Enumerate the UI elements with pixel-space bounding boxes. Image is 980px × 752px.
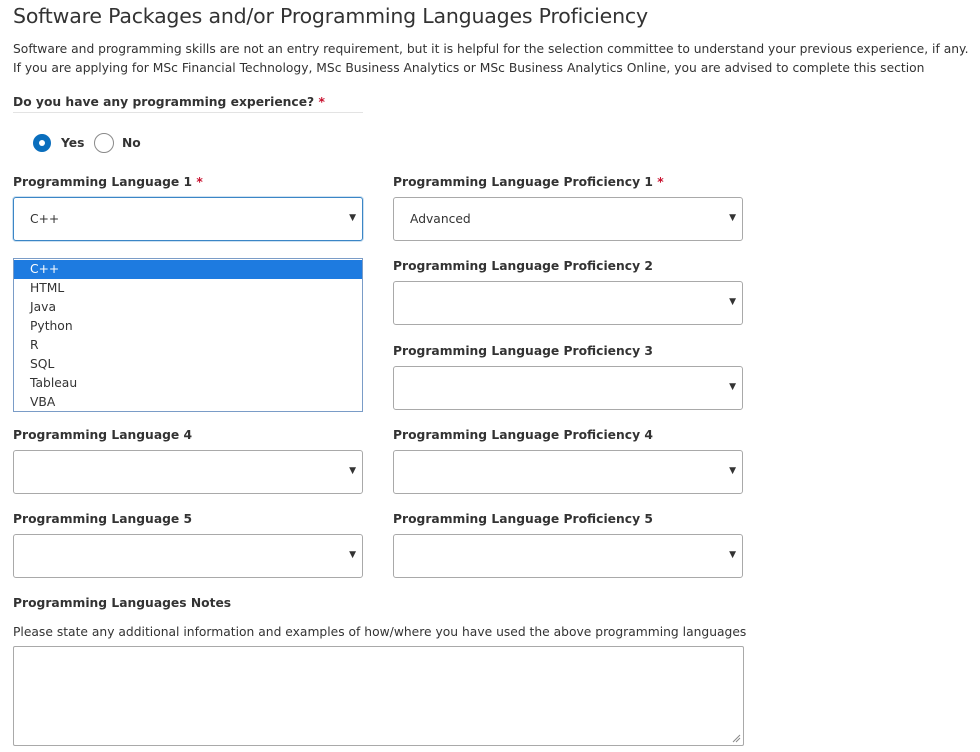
radio-no-label[interactable]: No bbox=[122, 136, 141, 150]
proficiency-2-label: Programming Language Proficiency 2 bbox=[393, 259, 653, 273]
language-4-select[interactable]: ▼ bbox=[13, 450, 363, 494]
proficiency-3-label: Programming Language Proficiency 3 bbox=[393, 344, 653, 358]
chevron-down-icon: ▼ bbox=[729, 297, 736, 307]
dropdown-option[interactable]: Tableau bbox=[14, 374, 362, 393]
language-5-label: Programming Language 5 bbox=[13, 512, 193, 526]
proficiency-5-select[interactable]: ▼ bbox=[393, 534, 743, 578]
chevron-down-icon: ▼ bbox=[729, 382, 736, 392]
section-intro: Software and programming skills are not … bbox=[13, 42, 969, 75]
chevron-down-icon: ▼ bbox=[729, 550, 736, 560]
proficiency-5-label: Programming Language Proficiency 5 bbox=[393, 512, 653, 526]
language-1-dropdown-list[interactable]: C++ HTML Java Python R SQL Tableau VBA bbox=[13, 258, 363, 412]
proficiency-1-value: Advanced bbox=[410, 212, 471, 226]
notes-label: Programming Languages Notes bbox=[13, 596, 232, 610]
radio-yes-label[interactable]: Yes bbox=[61, 136, 84, 150]
proficiency-4-label: Programming Language Proficiency 4 bbox=[393, 428, 653, 442]
proficiency-1-select[interactable]: Advanced ▼ bbox=[393, 197, 743, 241]
language-5-select[interactable]: ▼ bbox=[13, 534, 363, 578]
notes-textarea[interactable] bbox=[13, 646, 744, 746]
required-asterisk: * bbox=[318, 95, 325, 109]
divider bbox=[13, 112, 363, 113]
dropdown-option[interactable]: VBA bbox=[14, 393, 362, 412]
experience-question-text: Do you have any programming experience? bbox=[13, 95, 315, 109]
notes-helper-text: Please state any additional information … bbox=[13, 625, 747, 639]
language-1-label: Programming Language 1 * bbox=[13, 175, 203, 189]
section-title: Software Packages and/or Programming Lan… bbox=[13, 4, 648, 28]
required-asterisk: * bbox=[657, 175, 664, 189]
dropdown-option[interactable]: Python bbox=[14, 317, 362, 336]
chevron-down-icon: ▼ bbox=[349, 213, 356, 223]
dropdown-option[interactable]: Java bbox=[14, 298, 362, 317]
proficiency-2-select[interactable]: ▼ bbox=[393, 281, 743, 325]
proficiency-3-select[interactable]: ▼ bbox=[393, 366, 743, 410]
chevron-down-icon: ▼ bbox=[349, 466, 356, 476]
proficiency-1-label: Programming Language Proficiency 1 * bbox=[393, 175, 664, 189]
radio-yes[interactable] bbox=[33, 134, 51, 152]
radio-no[interactable] bbox=[94, 133, 114, 153]
proficiency-1-label-text: Programming Language Proficiency 1 bbox=[393, 175, 653, 189]
dropdown-option[interactable]: R bbox=[14, 336, 362, 355]
chevron-down-icon: ▼ bbox=[349, 550, 356, 560]
experience-question-label: Do you have any programming experience? … bbox=[13, 95, 325, 109]
chevron-down-icon: ▼ bbox=[729, 213, 736, 223]
language-1-label-text: Programming Language 1 bbox=[13, 175, 193, 189]
language-4-label: Programming Language 4 bbox=[13, 428, 193, 442]
resize-grip-icon[interactable] bbox=[732, 734, 741, 743]
chevron-down-icon: ▼ bbox=[729, 466, 736, 476]
language-1-value: C++ bbox=[30, 212, 60, 226]
proficiency-4-select[interactable]: ▼ bbox=[393, 450, 743, 494]
language-1-select[interactable]: C++ ▼ bbox=[13, 197, 363, 241]
dropdown-option[interactable]: SQL bbox=[14, 355, 362, 374]
dropdown-option[interactable]: C++ bbox=[14, 260, 362, 279]
dropdown-option[interactable]: HTML bbox=[14, 279, 362, 298]
required-asterisk: * bbox=[196, 175, 203, 189]
